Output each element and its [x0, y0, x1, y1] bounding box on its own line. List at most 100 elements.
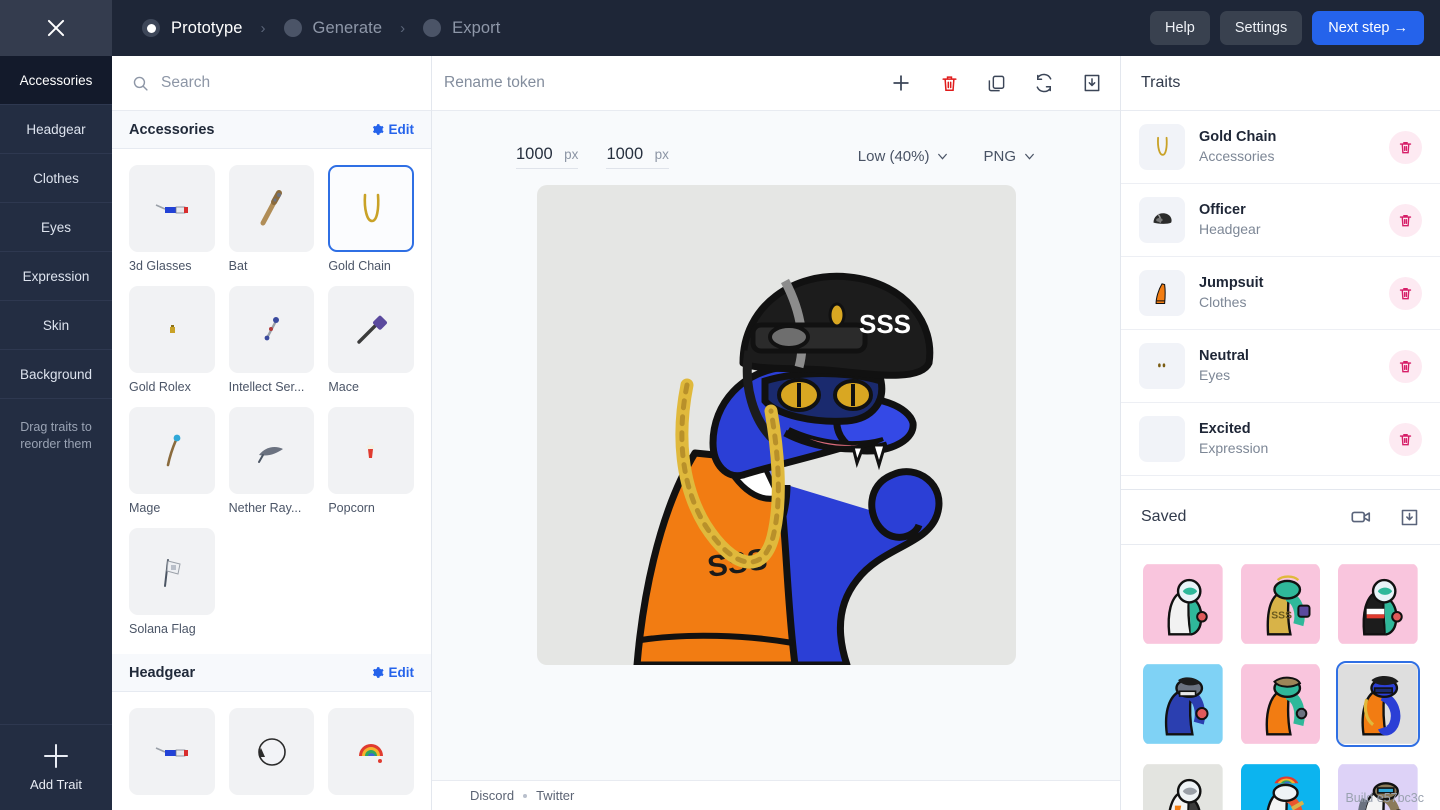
next-step-button[interactable]: Next step → [1312, 11, 1424, 45]
export-width-value: 1000 [516, 145, 553, 163]
trait-tile-label: 3d Glasses [129, 259, 192, 273]
trait-thumbnail [1139, 124, 1185, 170]
edit-accessories-button[interactable]: Edit [371, 122, 414, 137]
help-button[interactable]: Help [1149, 11, 1210, 45]
trait-tile-headgear-3[interactable] [328, 708, 414, 795]
trait-tile-mage[interactable]: Mage [129, 407, 215, 515]
export-quality-select[interactable]: Low (40%) [858, 148, 950, 169]
trait-row[interactable]: Neutral Eyes [1121, 330, 1440, 403]
step-radio-icon [283, 19, 302, 37]
search-icon [133, 76, 148, 91]
group-title: Accessories [129, 121, 215, 138]
saved-thumbnail[interactable] [1141, 661, 1225, 747]
add-token-button[interactable] [890, 72, 912, 94]
trait-tile-gold-rolex[interactable]: Gold Rolex [129, 286, 215, 394]
sidebar-item-expression[interactable]: Expression [0, 252, 112, 301]
saved-thumbnail[interactable] [1239, 661, 1323, 747]
export-format-select[interactable]: PNG [983, 148, 1036, 169]
edit-headgear-button[interactable]: Edit [371, 665, 414, 680]
rainbow-hair-icon [359, 743, 384, 763]
download-saved-button[interactable] [1399, 507, 1420, 528]
canvas-toolbar [432, 56, 1120, 111]
duplicate-token-button[interactable] [987, 74, 1006, 93]
trash-icon [1399, 287, 1412, 299]
saved-panel-tools [1350, 506, 1420, 528]
saved-thumbnail[interactable] [1141, 561, 1225, 647]
close-button[interactable] [0, 0, 112, 56]
step-generate[interactable]: Generate [283, 19, 383, 38]
trait-tile-mace[interactable]: Mace [328, 286, 414, 394]
group-header-headgear: Headgear Edit [112, 654, 431, 692]
reorder-hint: Drag traits to reorder them [20, 420, 92, 451]
trait-tile-headgear-1[interactable] [129, 708, 215, 795]
saved-token-artwork [1143, 664, 1223, 744]
applied-traits-list[interactable]: Gold Chain Accessories Officer Headgear … [1121, 111, 1440, 489]
search-input[interactable] [161, 74, 411, 92]
glasses-icon [155, 746, 188, 756]
trait-row[interactable]: Officer Headgear [1121, 184, 1440, 257]
discord-link[interactable]: Discord [470, 788, 514, 803]
trait-tile-bat[interactable]: Bat [228, 165, 315, 273]
trait-row[interactable]: Jumpsuit Clothes [1121, 257, 1440, 330]
sidebar-item-skin[interactable]: Skin [0, 301, 112, 350]
sidebar-item-eyes[interactable]: Eyes [0, 203, 112, 252]
delete-trait-button[interactable] [1389, 276, 1422, 310]
saved-thumbnail[interactable]: SSS [1239, 561, 1323, 647]
trait-tile-intellect-ser[interactable]: Intellect Ser... [228, 286, 315, 394]
trait-info: Officer Headgear [1199, 201, 1375, 239]
gear-icon [372, 124, 384, 135]
trait-tile-label: Nether Ray... [228, 501, 302, 515]
delete-trait-button[interactable] [1389, 422, 1422, 456]
saved-thumbnail[interactable] [1141, 761, 1225, 810]
sidebar-item-clothes[interactable]: Clothes [0, 154, 112, 203]
step-prototype[interactable]: Prototype [142, 19, 243, 38]
trait-tile-solana-flag[interactable]: Solana Flag [129, 528, 215, 636]
delete-trait-button[interactable] [1389, 203, 1422, 237]
saved-thumbnail[interactable] [1336, 561, 1420, 647]
trait-thumbnail [328, 708, 414, 795]
delete-token-button[interactable] [940, 74, 959, 93]
trait-row[interactable]: Excited Expression [1121, 403, 1440, 476]
settings-button[interactable]: Settings [1219, 11, 1303, 45]
step-export[interactable]: Export [423, 19, 500, 38]
headgear-grid [112, 692, 431, 810]
app-body: Accessories Headgear Clothes Eyes Expres… [0, 56, 1440, 810]
export-height-field[interactable]: 1000 px [606, 145, 669, 169]
saved-thumbnails-grid: SSS [1121, 545, 1440, 810]
watch-icon [169, 324, 175, 333]
trait-tile-headgear-2[interactable] [228, 708, 315, 795]
delete-trait-button[interactable] [1389, 130, 1422, 164]
rename-token-input[interactable] [444, 74, 890, 92]
trait-row[interactable]: Gold Chain Accessories [1121, 111, 1440, 184]
saved-thumbnail[interactable] [1239, 761, 1323, 810]
sidebar-item-background[interactable]: Background [0, 350, 112, 399]
twitter-link[interactable]: Twitter [536, 788, 574, 803]
token-preview[interactable]: SSS SSS [536, 185, 1016, 665]
canvas-panel: 1000 px 1000 px Low (40%) PNG [432, 56, 1120, 810]
save-token-button[interactable] [1082, 73, 1102, 93]
eyes-icon [1158, 363, 1166, 368]
trait-tile-popcorn[interactable]: Popcorn [328, 407, 414, 515]
token-artwork: SSS SSS [633, 272, 942, 665]
nether-ray-icon [258, 446, 284, 463]
export-width-field[interactable]: 1000 px [516, 145, 579, 169]
trait-category: Accessories [1199, 148, 1275, 165]
record-video-button[interactable] [1350, 506, 1372, 528]
randomize-token-button[interactable] [1034, 73, 1054, 93]
trait-category: Expression [1199, 440, 1269, 457]
library-scroll-area[interactable]: Accessories Edit 3d Glasses Bat Gold Cha… [112, 111, 431, 810]
trait-name: Officer [1199, 201, 1246, 218]
sidebar-item-headgear[interactable]: Headgear [0, 105, 112, 154]
delete-trait-button[interactable] [1389, 349, 1422, 383]
trait-name: Neutral [1199, 347, 1249, 364]
trait-thumbnail [328, 286, 414, 373]
trait-thumbnail [129, 528, 215, 615]
saved-panel: Saved SSS Build e57bc3c [1121, 489, 1440, 810]
trait-tile-gold-chain[interactable]: Gold Chain [328, 165, 414, 273]
trait-thumbnail [1139, 416, 1185, 462]
sidebar-item-accessories[interactable]: Accessories [0, 56, 112, 105]
add-trait-button[interactable]: Add Trait [0, 724, 112, 810]
saved-thumbnail[interactable] [1336, 661, 1420, 747]
trait-tile-3d-glasses[interactable]: 3d Glasses [129, 165, 215, 273]
trait-tile-nether-ray[interactable]: Nether Ray... [228, 407, 315, 515]
